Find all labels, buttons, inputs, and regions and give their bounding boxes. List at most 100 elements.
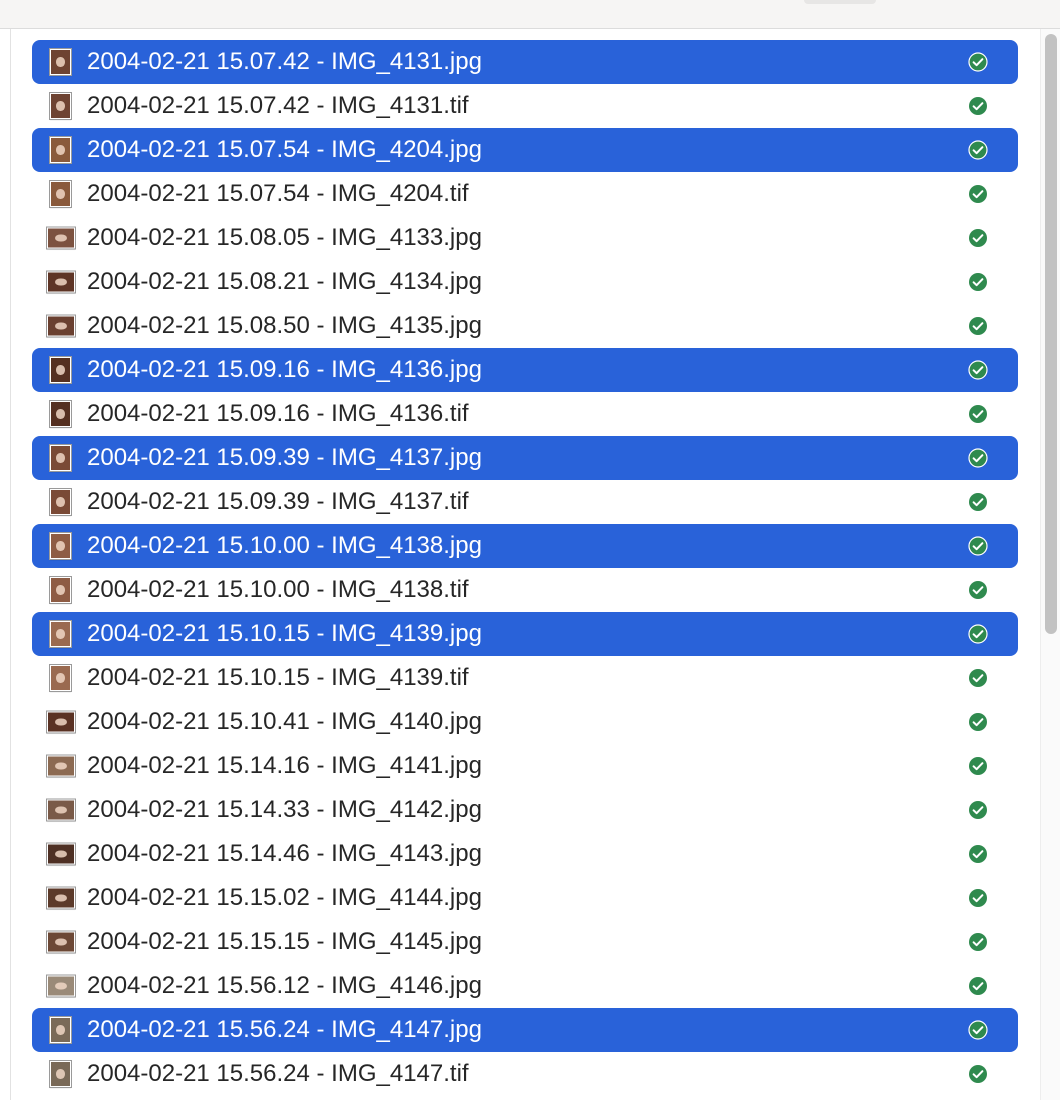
file-row[interactable]: 2004-02-21 15.10.15 - IMG_4139.jpg [32,612,1018,656]
file-name: 2004-02-21 15.09.39 - IMG_4137.tif [87,488,469,515]
file-row[interactable]: 2004-02-21 15.15.02 - IMG_4144.jpg [32,876,1018,920]
image-thumbnail-icon [46,974,76,998]
file-row[interactable]: 2004-02-21 15.56.12 - IMG_4146.jpg [32,964,1018,1008]
synced-checkmark-icon [969,757,987,775]
image-thumbnail-icon [49,576,72,604]
file-name: 2004-02-21 15.10.00 - IMG_4138.tif [87,576,469,603]
synced-checkmark-icon [969,229,987,247]
image-thumbnail-icon [49,48,72,76]
synced-checkmark-icon [969,977,987,995]
file-name: 2004-02-21 15.10.15 - IMG_4139.tif [87,664,469,691]
synced-checkmark-icon [969,97,987,115]
file-name: 2004-02-21 15.07.42 - IMG_4131.tif [87,92,469,119]
file-name: 2004-02-21 15.08.21 - IMG_4134.jpg [87,268,482,295]
synced-checkmark-icon [969,713,987,731]
file-name: 2004-02-21 15.08.50 - IMG_4135.jpg [87,312,482,339]
synced-checkmark-icon [969,889,987,907]
image-thumbnail-icon [49,1016,72,1044]
image-thumbnail-icon [46,270,76,294]
file-row[interactable]: 2004-02-21 15.07.54 - IMG_4204.jpg [32,128,1018,172]
synced-checkmark-icon [969,317,987,335]
image-thumbnail-icon [49,1060,72,1088]
synced-checkmark-icon [969,405,987,423]
image-thumbnail-icon [49,488,72,516]
file-row[interactable]: 2004-02-21 15.10.00 - IMG_4138.jpg [32,524,1018,568]
image-thumbnail-icon [46,886,76,910]
synced-checkmark-icon [968,52,988,72]
synced-checkmark-icon [969,1065,987,1083]
file-row[interactable]: 2004-02-21 15.09.16 - IMG_4136.jpg [32,348,1018,392]
file-row[interactable]: 2004-02-21 15.14.16 - IMG_4141.jpg [32,744,1018,788]
synced-checkmark-icon [969,185,987,203]
image-thumbnail-icon [49,136,72,164]
file-name: 2004-02-21 15.14.16 - IMG_4141.jpg [87,752,482,779]
synced-checkmark-icon [969,845,987,863]
file-row[interactable]: 2004-02-21 15.09.39 - IMG_4137.jpg [32,436,1018,480]
image-thumbnail-icon [46,930,76,954]
file-row[interactable]: 2004-02-21 15.14.33 - IMG_4142.jpg [32,788,1018,832]
image-thumbnail-icon [49,532,72,560]
synced-checkmark-icon [968,1020,988,1040]
file-row[interactable]: 2004-02-21 15.15.15 - IMG_4145.jpg [32,920,1018,964]
scrollbar-thumb[interactable] [1045,34,1057,634]
file-name: 2004-02-21 15.10.15 - IMG_4139.jpg [87,620,482,647]
image-thumbnail-icon [49,400,72,428]
file-name: 2004-02-21 15.07.54 - IMG_4204.tif [87,180,469,207]
file-name: 2004-02-21 15.09.16 - IMG_4136.jpg [87,356,482,383]
synced-checkmark-icon [969,581,987,599]
image-thumbnail-icon [49,444,72,472]
sidebar-divider [10,29,11,1100]
file-name: 2004-02-21 15.07.54 - IMG_4204.jpg [87,136,482,163]
image-thumbnail-icon [46,842,76,866]
image-thumbnail-icon [46,754,76,778]
image-thumbnail-icon [46,710,76,734]
synced-checkmark-icon [969,493,987,511]
file-name: 2004-02-21 15.09.39 - IMG_4137.jpg [87,444,482,471]
file-name: 2004-02-21 15.14.46 - IMG_4143.jpg [87,840,482,867]
file-row[interactable]: 2004-02-21 15.07.54 - IMG_4204.tif [32,172,1018,216]
file-name: 2004-02-21 15.07.42 - IMG_4131.jpg [87,48,482,75]
synced-checkmark-icon [969,801,987,819]
file-row[interactable]: 2004-02-21 15.10.00 - IMG_4138.tif [32,568,1018,612]
file-name: 2004-02-21 15.15.15 - IMG_4145.jpg [87,928,482,955]
file-name: 2004-02-21 15.14.33 - IMG_4142.jpg [87,796,482,823]
synced-checkmark-icon [968,360,988,380]
file-row[interactable]: 2004-02-21 15.08.50 - IMG_4135.jpg [32,304,1018,348]
file-row[interactable]: 2004-02-21 15.07.42 - IMG_4131.jpg [32,40,1018,84]
file-name: 2004-02-21 15.56.24 - IMG_4147.tif [87,1060,469,1087]
image-thumbnail-icon [49,620,72,648]
image-thumbnail-icon [49,92,72,120]
file-name: 2004-02-21 15.08.05 - IMG_4133.jpg [87,224,482,251]
file-name: 2004-02-21 15.15.02 - IMG_4144.jpg [87,884,482,911]
image-thumbnail-icon [46,798,76,822]
file-row[interactable]: 2004-02-21 15.10.41 - IMG_4140.jpg [32,700,1018,744]
image-thumbnail-icon [49,356,72,384]
image-thumbnail-icon [49,664,72,692]
synced-checkmark-icon [969,669,987,687]
file-row[interactable]: 2004-02-21 15.09.39 - IMG_4137.tif [32,480,1018,524]
synced-checkmark-icon [968,536,988,556]
synced-checkmark-icon [968,140,988,160]
synced-checkmark-icon [969,273,987,291]
file-row[interactable]: 2004-02-21 15.56.24 - IMG_4147.tif [32,1052,1018,1096]
window-toolbar [0,0,1060,29]
toolbar-tab[interactable] [804,0,876,4]
file-name: 2004-02-21 15.10.00 - IMG_4138.jpg [87,532,482,559]
image-thumbnail-icon [49,180,72,208]
synced-checkmark-icon [968,448,988,468]
synced-checkmark-icon [968,624,988,644]
file-row[interactable]: 2004-02-21 15.56.24 - IMG_4147.jpg [32,1008,1018,1052]
file-list: 2004-02-21 15.07.42 - IMG_4131.jpg 2004-0… [32,40,1018,1096]
synced-checkmark-icon [969,933,987,951]
file-row[interactable]: 2004-02-21 15.14.46 - IMG_4143.jpg [32,832,1018,876]
file-name: 2004-02-21 15.10.41 - IMG_4140.jpg [87,708,482,735]
file-row[interactable]: 2004-02-21 15.08.05 - IMG_4133.jpg [32,216,1018,260]
file-name: 2004-02-21 15.56.12 - IMG_4146.jpg [87,972,482,999]
file-row[interactable]: 2004-02-21 15.09.16 - IMG_4136.tif [32,392,1018,436]
image-thumbnail-icon [46,314,76,338]
file-name: 2004-02-21 15.09.16 - IMG_4136.tif [87,400,469,427]
file-row[interactable]: 2004-02-21 15.10.15 - IMG_4139.tif [32,656,1018,700]
file-name: 2004-02-21 15.56.24 - IMG_4147.jpg [87,1016,482,1043]
file-row[interactable]: 2004-02-21 15.07.42 - IMG_4131.tif [32,84,1018,128]
file-row[interactable]: 2004-02-21 15.08.21 - IMG_4134.jpg [32,260,1018,304]
